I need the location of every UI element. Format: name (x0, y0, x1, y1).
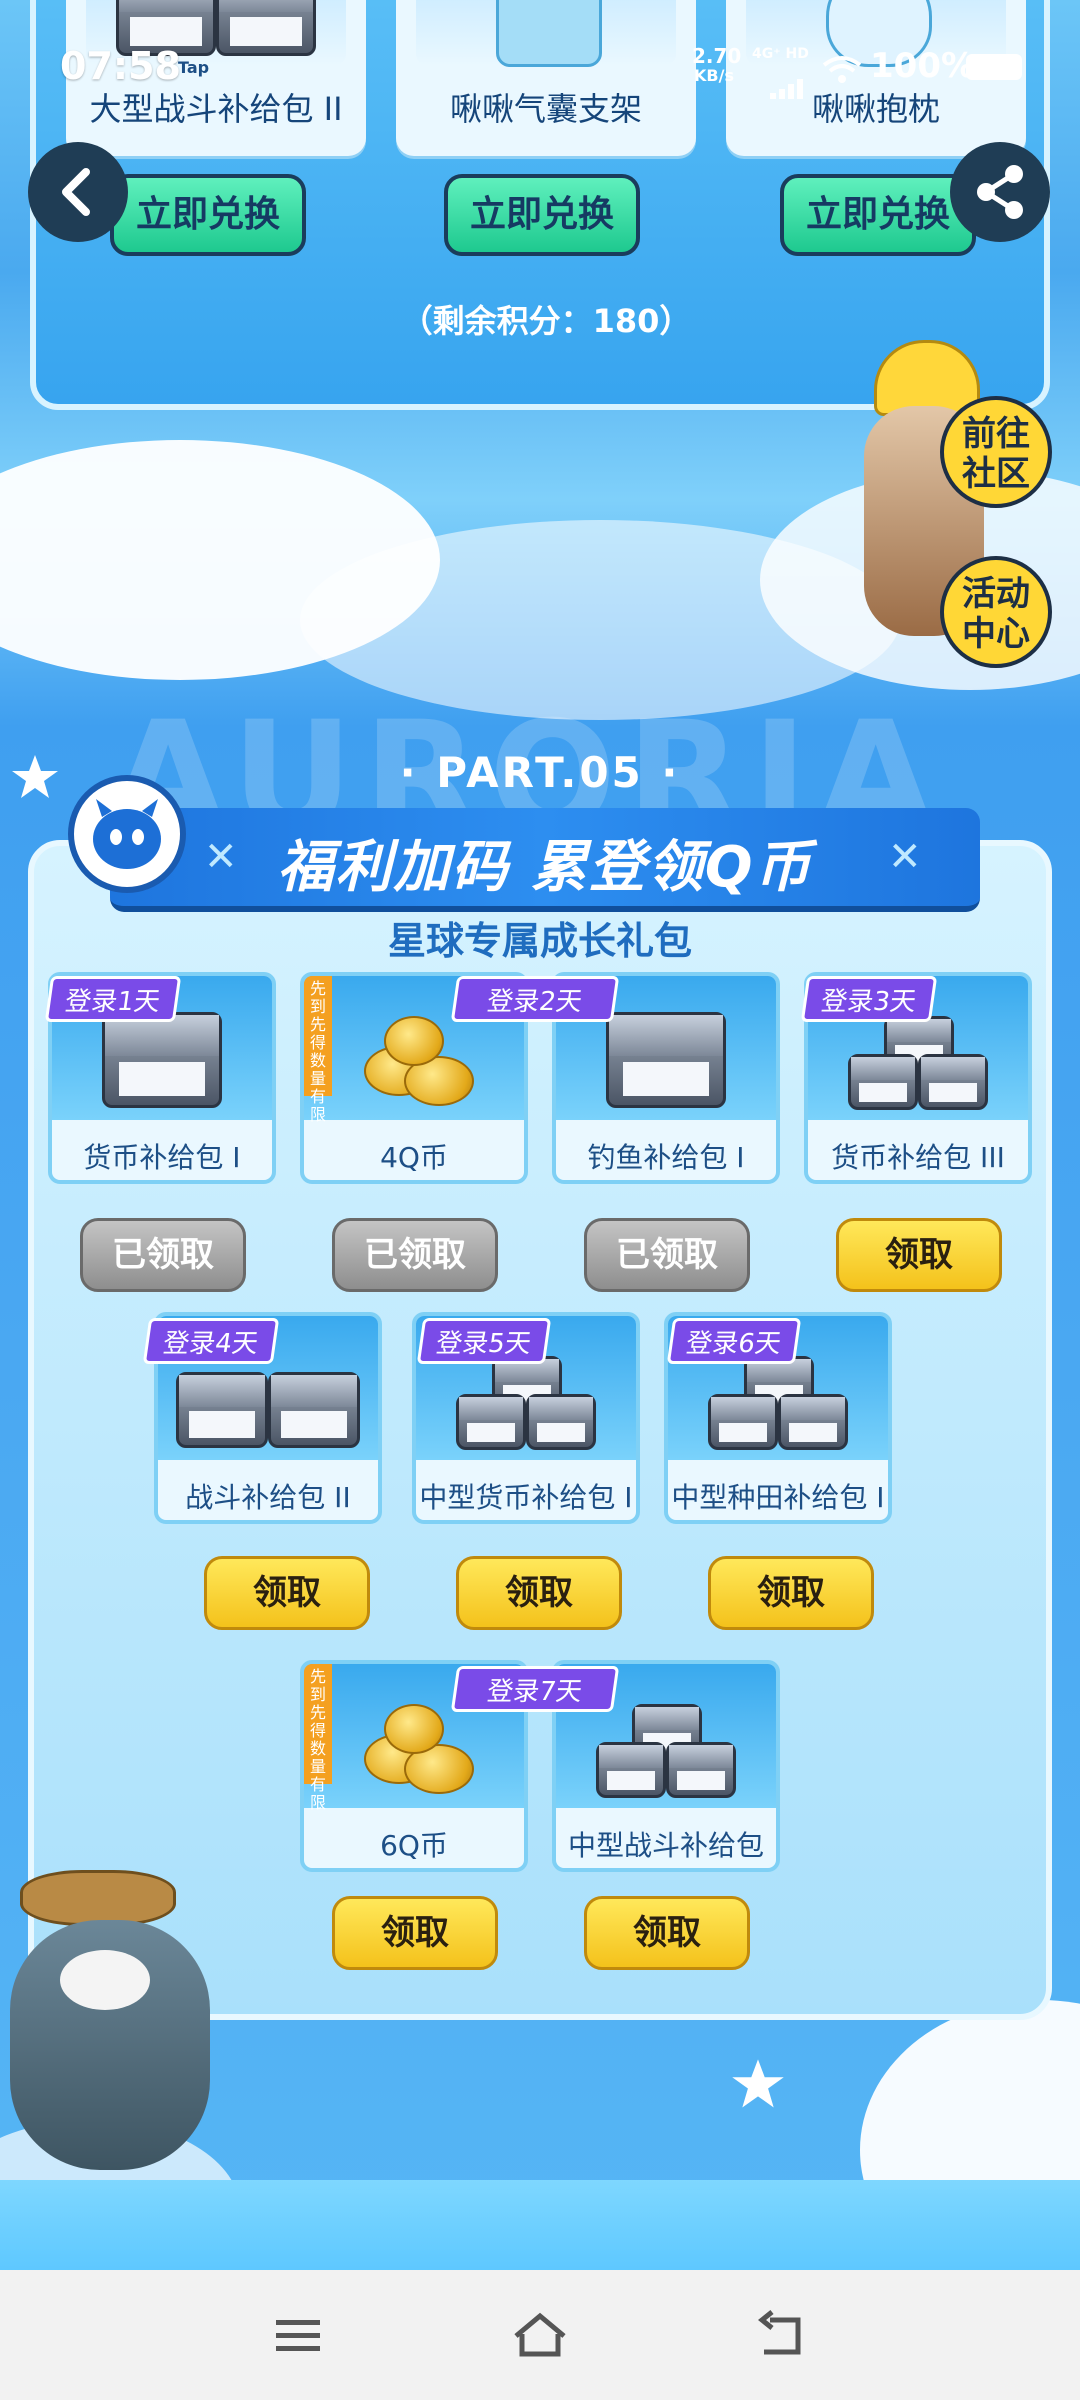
crate-icon (848, 1054, 918, 1110)
claim-button[interactable]: 领取 (456, 1556, 622, 1630)
day-tag: 登录6天 (666, 1318, 802, 1364)
claim-button[interactable]: 领取 (332, 1896, 498, 1970)
claim-button[interactable]: 领取 (584, 1896, 750, 1970)
activity-center-button[interactable]: 活动 中心 (940, 556, 1052, 668)
coin-icon (384, 1016, 444, 1066)
close-x-icon: ✕ (888, 834, 922, 880)
claim-button[interactable]: 领取 (836, 1218, 1002, 1292)
crate-icon (268, 1372, 360, 1448)
reward-name: 货币补给包 III (831, 1141, 1005, 1174)
reward-name: 钓鱼补给包 I (587, 1141, 745, 1174)
share-icon (977, 165, 1023, 219)
section-banner: ✕ 福利加码 累登领Q币 ✕ (110, 808, 980, 912)
section-subtitle: 星球专属成长礼包 (387, 919, 692, 963)
net-type: 4G⁺ HD (752, 46, 809, 62)
reward-name: 战斗补给包 II (185, 1481, 351, 1514)
net-unit: KB/s (694, 66, 734, 85)
remaining-points: （剩余积分：180） (400, 302, 692, 340)
back-nav-icon[interactable] (752, 2310, 812, 2360)
back-button[interactable] (28, 142, 128, 242)
crate-icon (102, 1012, 222, 1108)
battery-icon (966, 54, 1022, 80)
reward-name: 货币补给包 I (83, 1141, 241, 1174)
crate-icon (456, 1394, 526, 1450)
claimed-button[interactable]: 已领取 (584, 1218, 750, 1292)
limited-tag: 先到先得数量有限 (304, 1664, 332, 1812)
crate-icon (918, 1054, 988, 1110)
crate-icon (778, 1394, 848, 1450)
exchange-button[interactable]: 立即兑换 (444, 174, 640, 256)
wifi-icon (822, 50, 862, 83)
day-tag: 登录1天 (44, 976, 182, 1022)
reward-name: 中型战斗补给包 II (567, 1829, 764, 1868)
exchange-button[interactable]: 立即兑换 (780, 174, 976, 256)
net-speed: 2.70 (692, 44, 742, 68)
tap-label: Tap (178, 58, 210, 77)
crate-icon (708, 1394, 778, 1450)
home-icon[interactable] (510, 2310, 570, 2360)
bottom-strip (0, 2180, 1080, 2270)
system-navigation-bar (0, 2270, 1080, 2400)
menu-icon[interactable] (270, 2314, 330, 2358)
claimed-button[interactable]: 已领取 (332, 1218, 498, 1292)
day-tag: 登录2天 (450, 976, 620, 1022)
reward-name: 4Q币 (380, 1141, 448, 1174)
crate-icon (666, 1742, 736, 1798)
status-bar: 07:58 Tap 2.70 KB/s 4G⁺ HD 100% (0, 0, 1080, 130)
star-icon (10, 752, 60, 802)
claim-button[interactable]: 领取 (708, 1556, 874, 1630)
crate-icon (176, 1372, 268, 1448)
battery-percent: 100% (870, 46, 976, 86)
status-time: 07:58 (60, 44, 181, 88)
reward-name: 中型货币补给包 I (419, 1481, 633, 1514)
back-arrow-icon (62, 168, 90, 216)
limited-tag: 先到先得数量有限 (304, 976, 332, 1124)
crate-icon (526, 1394, 596, 1450)
day-tag: 登录7天 (450, 1666, 620, 1712)
day-tag: 登录3天 (800, 976, 938, 1022)
claimed-button[interactable]: 已领取 (80, 1218, 246, 1292)
community-button[interactable]: 前往 社区 (940, 396, 1052, 508)
day-tag: 登录4天 (142, 1318, 280, 1364)
signal-icon (770, 64, 810, 99)
claim-button[interactable]: 领取 (204, 1556, 370, 1630)
exchange-button[interactable]: 立即兑换 (110, 174, 306, 256)
mascot-badge (68, 775, 186, 893)
day-tag: 登录5天 (416, 1318, 552, 1364)
crate-icon (606, 1012, 726, 1108)
reward-name: 中型种田补给包 I (671, 1481, 885, 1514)
reward-name: 6Q币 (380, 1829, 448, 1862)
mascot-farmer (0, 1840, 240, 2170)
banner-title: 福利加码 累登领Q币 (277, 835, 813, 900)
coin-icon (384, 1704, 444, 1754)
share-button[interactable] (950, 142, 1050, 242)
crate-icon (596, 1742, 666, 1798)
star-icon (730, 2056, 786, 2112)
